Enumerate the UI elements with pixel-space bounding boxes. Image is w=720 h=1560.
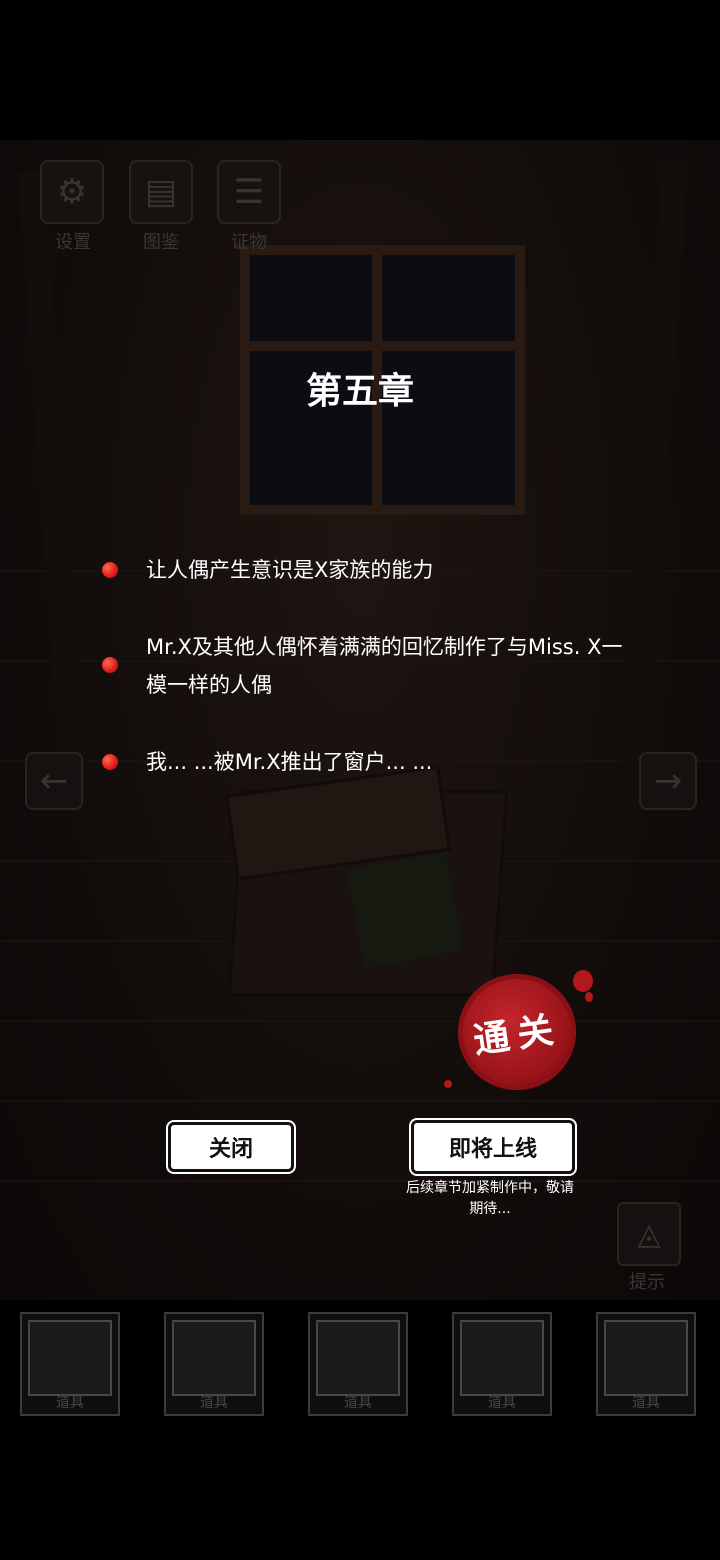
settings-label: 设置 [55, 232, 91, 253]
inventory-slot[interactable]: 道具 [452, 1312, 552, 1416]
inventory-slot[interactable]: 道具 [308, 1312, 408, 1416]
close-button[interactable]: 关闭 [168, 1122, 294, 1172]
chapter-point: 让人偶产生意识是X家族的能力 [146, 558, 434, 582]
gear-icon: ⚙ [40, 160, 104, 224]
coming-soon-button[interactable]: 即将上线 [411, 1120, 575, 1174]
notepad-icon: ☰ [217, 160, 281, 224]
notebook-icon: ▤ [129, 160, 193, 224]
bullet-dot [102, 562, 118, 578]
evidence-label: 证物 [231, 232, 267, 253]
hint-button[interactable]: ◬ [617, 1202, 681, 1266]
prev-arrow-button[interactable]: ← [25, 752, 83, 810]
chapter-title: 第五章 [305, 371, 414, 412]
bullet-dot [102, 754, 118, 770]
inventory-slot[interactable]: 道具 [596, 1312, 696, 1416]
game-scene [0, 140, 720, 1300]
gallery-button[interactable]: ▤ [129, 160, 193, 226]
coming-soon-note: 后续章节加紧制作中，敬请期待... [406, 1180, 574, 1217]
inventory-slot-label: 道具 [344, 1395, 372, 1411]
inventory-slot[interactable]: 道具 [164, 1312, 264, 1416]
inventory-slot[interactable]: 道具 [20, 1312, 120, 1416]
gallery-label: 图鉴 [143, 232, 179, 253]
evidence-button[interactable]: ☰ [217, 160, 281, 226]
inventory-slot-label: 道具 [488, 1395, 516, 1411]
arrow-left-icon: ← [39, 761, 69, 801]
inventory-slot-label: 道具 [56, 1395, 84, 1411]
settings-button[interactable]: ⚙ [40, 160, 104, 226]
inventory-slot-label: 道具 [200, 1395, 228, 1411]
eye-triangle-icon: ◬ [637, 1216, 661, 1252]
bullet-dot [102, 657, 118, 673]
arrow-right-icon: → [653, 761, 683, 801]
next-arrow-button[interactable]: → [639, 752, 697, 810]
chapter-point: Mr.X及其他人偶怀着满满的回忆制作了与Miss. X一模一样的人偶 [146, 635, 623, 697]
inventory-slot-label: 道具 [632, 1395, 660, 1411]
chapter-point: 我... ...被Mr.X推出了窗户... ... [146, 750, 433, 774]
hint-label: 提示 [629, 1272, 665, 1293]
